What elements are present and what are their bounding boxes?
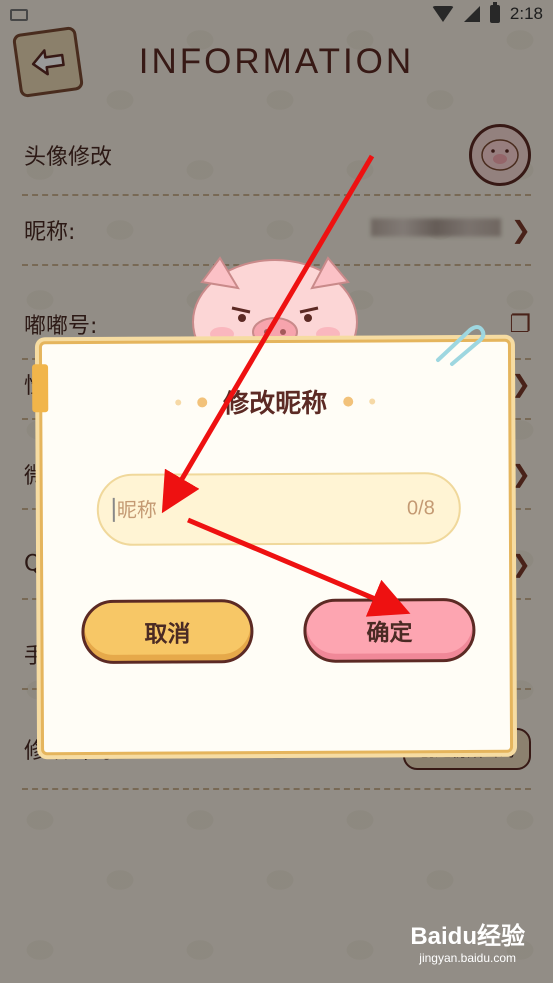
cancel-button[interactable]: 取消 (81, 599, 254, 665)
dialog-title-wrap: 修改昵称 (175, 382, 376, 420)
confirm-button[interactable]: 确定 (303, 597, 476, 663)
paperclip-icon (436, 325, 486, 366)
nickname-field-wrap[interactable]: 0/8 (96, 472, 461, 546)
watermark: Baidu经验 jingyan.baidu.com (410, 916, 525, 965)
watermark-sub: jingyan.baidu.com (419, 951, 517, 965)
edit-nickname-dialog: 修改昵称 0/8 取消 确定 (38, 338, 514, 756)
watermark-brand: Baidu经验 (410, 923, 525, 950)
dialog-title: 修改昵称 (223, 388, 328, 420)
nickname-input[interactable] (112, 496, 408, 522)
char-counter: 0/8 (406, 496, 435, 519)
